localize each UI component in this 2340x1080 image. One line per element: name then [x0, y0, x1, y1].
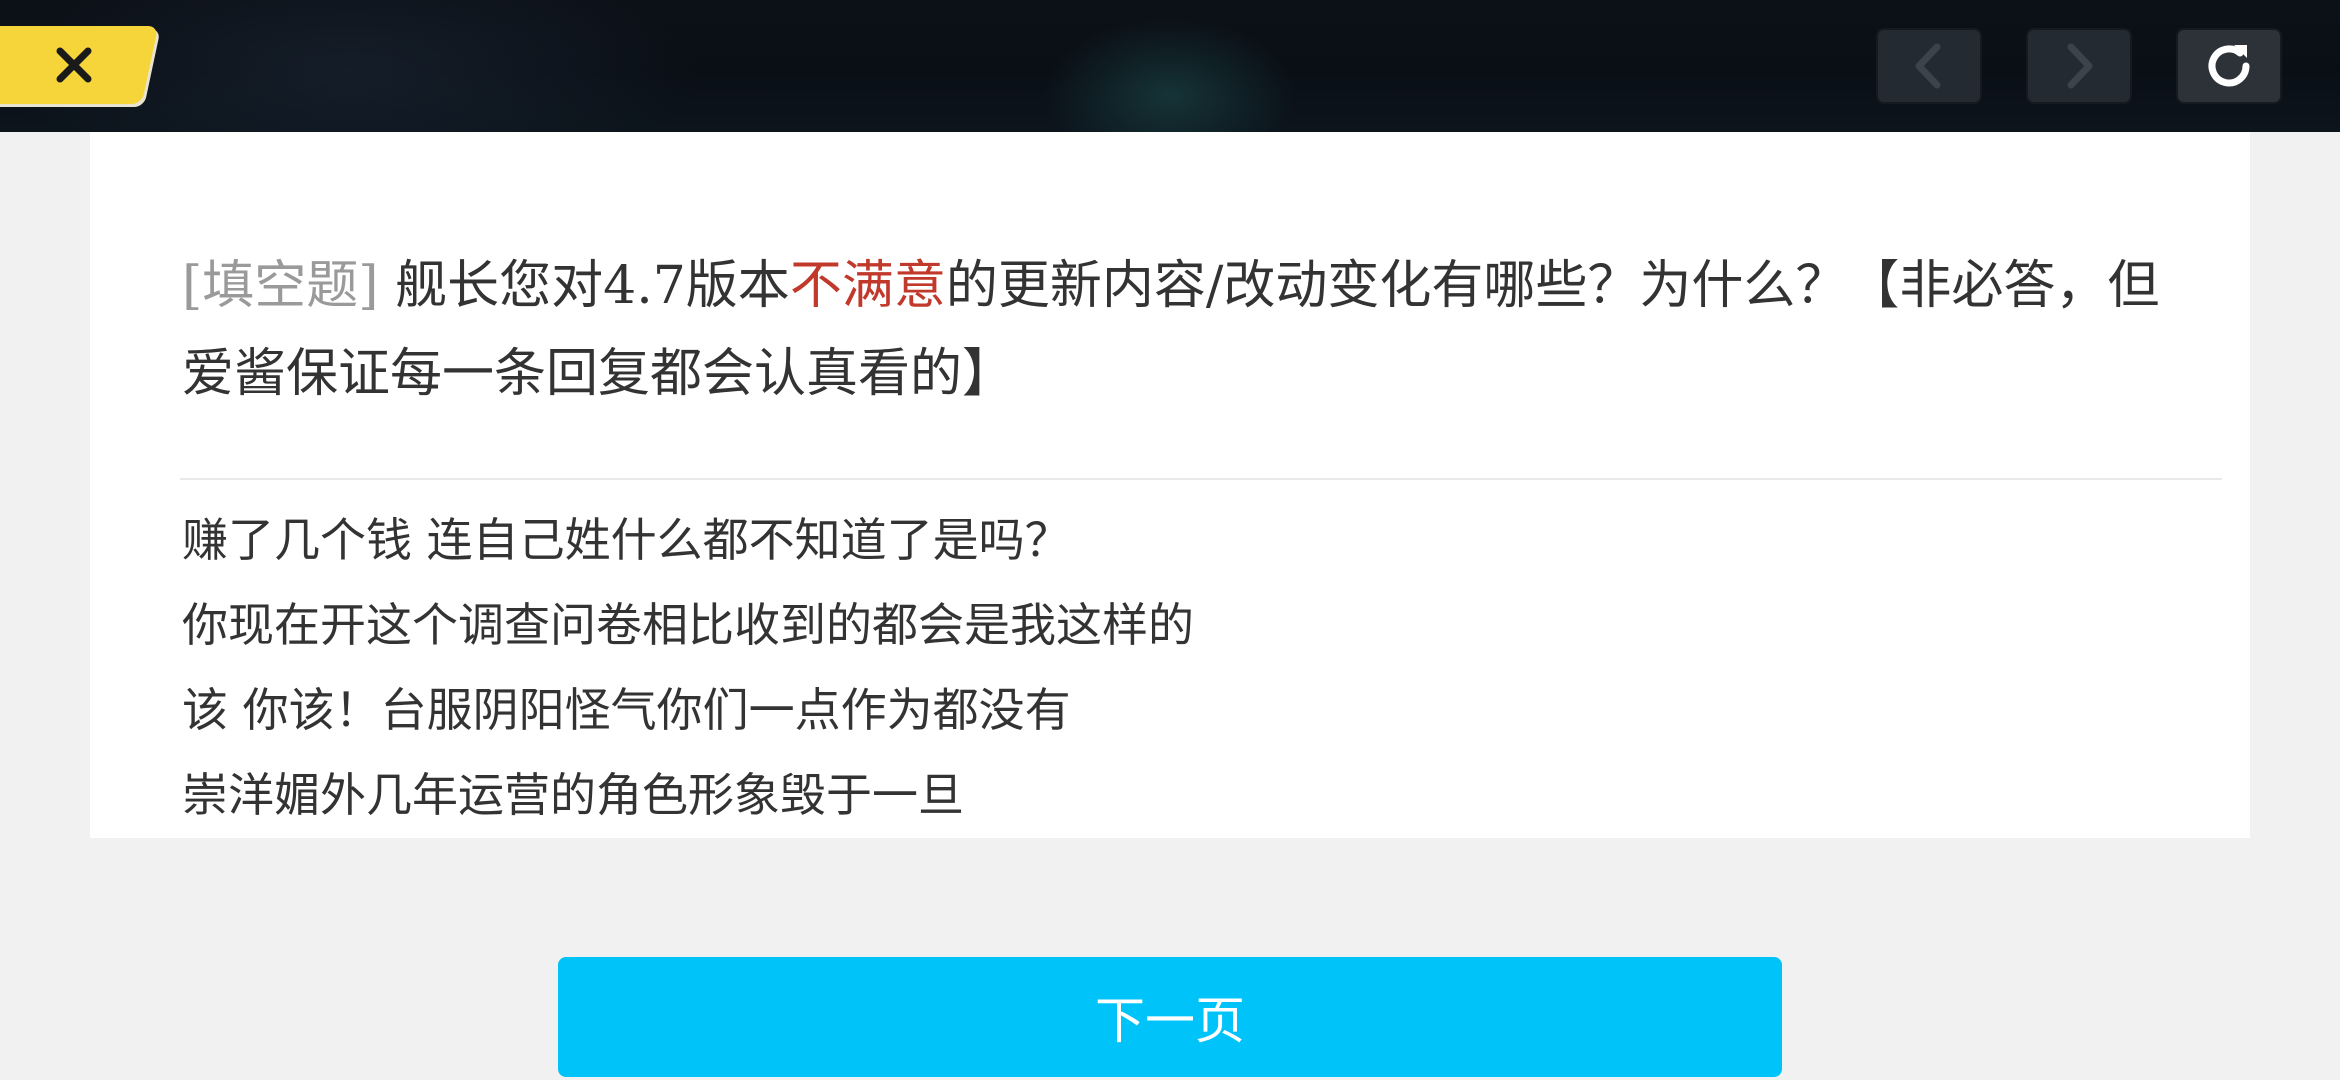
- answer-line: 赚了几个钱 连自己姓什么都不知道了是吗？: [182, 513, 1071, 567]
- next-page-button[interactable]: 下一页: [558, 957, 1782, 1077]
- refresh-icon: [2208, 45, 2250, 87]
- answer-line: 该 你该！台服阴阳怪气你们一点作为都没有: [182, 683, 1071, 737]
- question-text: [填空题] 舰长您对4.7版本不满意的更新内容/改动变化有哪些？为什么？【非必答…: [182, 242, 2172, 418]
- divider: [180, 478, 2222, 480]
- answer-line: 你现在开这个调查问卷相比收到的都会是我这样的: [182, 598, 1194, 652]
- top-bar: [0, 0, 2340, 132]
- refresh-button[interactable]: [2176, 28, 2282, 104]
- survey-card: [填空题] 舰长您对4.7版本不满意的更新内容/改动变化有哪些？为什么？【非必答…: [90, 132, 2250, 838]
- question-type-label: [填空题]: [182, 256, 379, 316]
- chevron-left-icon: [1915, 43, 1941, 89]
- question-highlight: 不满意: [789, 256, 946, 316]
- chevron-right-icon: [2067, 43, 2093, 89]
- question-text-before: 舰长您对4.7版本: [378, 256, 790, 316]
- close-icon[interactable]: [44, 26, 104, 104]
- answer-line: 崇洋媚外几年运营的角色形象毁于一旦: [182, 768, 964, 822]
- forward-button[interactable]: [2026, 28, 2132, 104]
- back-button[interactable]: [1876, 28, 1982, 104]
- answer-textarea[interactable]: 赚了几个钱 连自己姓什么都不知道了是吗？ 你现在开这个调查问卷相比收到的都会是我…: [182, 498, 2172, 838]
